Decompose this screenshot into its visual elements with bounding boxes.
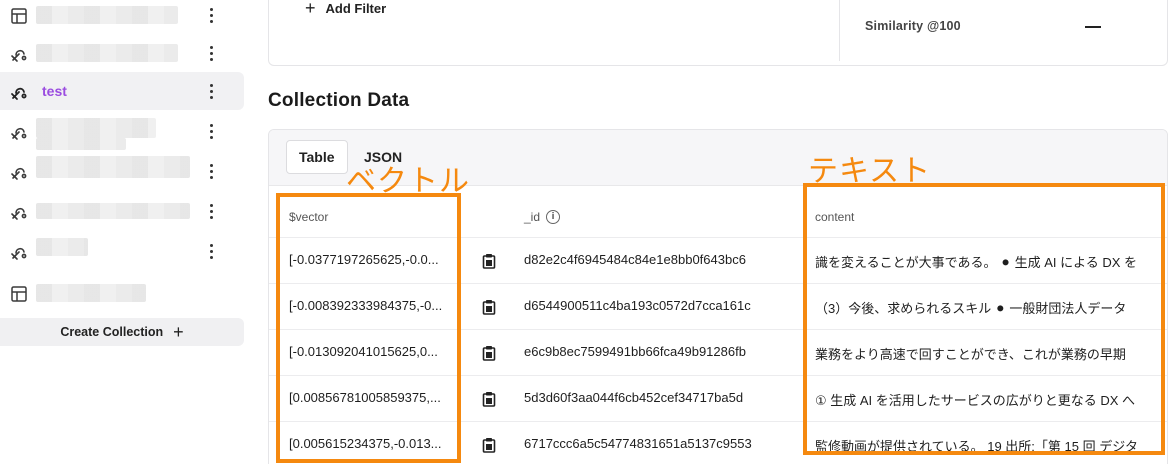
- sidebar-item-collection-6[interactable]: [0, 192, 244, 230]
- id-cell: d6544900511c4ba193c0572d7cca161c: [524, 298, 751, 313]
- page-title: Collection Data: [268, 90, 410, 111]
- more-options-icon[interactable]: [206, 81, 216, 101]
- annotation-vector-box: [276, 193, 461, 463]
- id-cell: d82e2c4f6945484c84e1e8bb0f643bc6: [524, 252, 746, 267]
- copy-clipboard-icon[interactable]: [482, 391, 496, 407]
- info-icon[interactable]: i: [546, 210, 561, 224]
- add-filter-button[interactable]: + Add Filter: [305, 0, 386, 17]
- plus-icon: +: [305, 0, 316, 18]
- more-options-icon[interactable]: [206, 43, 216, 63]
- table-icon: [10, 7, 28, 25]
- sidebar: test Create Collection +: [0, 0, 246, 464]
- redacted-label: [36, 138, 126, 150]
- more-options-icon[interactable]: [206, 121, 216, 141]
- vector-index-icon: [10, 123, 28, 141]
- id-cell: 6717ccc6a5c54774831651a5137c9553: [524, 436, 752, 451]
- more-options-icon[interactable]: [206, 161, 216, 181]
- create-collection-button[interactable]: Create Collection +: [0, 318, 244, 346]
- table-icon: [10, 285, 28, 303]
- more-options-icon[interactable]: [206, 201, 216, 221]
- redacted-label: [36, 44, 178, 62]
- similarity-value: [1085, 26, 1101, 28]
- sidebar-item-collection-2[interactable]: [0, 34, 244, 72]
- create-collection-label: Create Collection: [60, 325, 164, 339]
- similarity-label: Similarity @100: [865, 19, 961, 33]
- sidebar-item-collection-7[interactable]: [0, 232, 244, 270]
- redacted-label: [36, 203, 190, 219]
- redacted-label: [36, 156, 190, 178]
- copy-clipboard-icon[interactable]: [482, 345, 496, 361]
- vector-index-icon: [10, 203, 28, 221]
- sidebar-item-label: test: [42, 83, 67, 99]
- more-options-icon[interactable]: [206, 241, 216, 261]
- divider: [839, 0, 840, 61]
- redacted-label: [36, 118, 156, 138]
- redacted-label: [36, 6, 178, 24]
- more-options-icon[interactable]: [206, 5, 216, 25]
- plus-icon: +: [173, 322, 184, 342]
- vector-index-icon: [10, 83, 28, 101]
- column-header-id[interactable]: _id i: [524, 210, 561, 224]
- sidebar-item-collection-1[interactable]: [0, 0, 244, 34]
- add-filter-label: Add Filter: [325, 0, 387, 16]
- redacted-label: [36, 238, 88, 256]
- copy-clipboard-icon[interactable]: [482, 253, 496, 269]
- copy-clipboard-icon[interactable]: [482, 299, 496, 315]
- sidebar-item-collection-8[interactable]: [0, 272, 244, 310]
- filter-panel: + Add Filter Similarity @100: [268, 0, 1168, 66]
- tab-table[interactable]: Table: [286, 140, 348, 174]
- vector-index-icon: [10, 243, 28, 261]
- sidebar-item-collection-5[interactable]: [0, 152, 244, 190]
- id-cell: 5d3d60f3aa044f6cb452cef34717ba5d: [524, 390, 744, 405]
- redacted-label: [36, 284, 146, 302]
- id-cell: e6c9b8ec7599491bb66fca49b91286fb: [524, 344, 746, 359]
- annotation-text-box: [803, 183, 1165, 455]
- vector-index-icon: [10, 163, 28, 181]
- sidebar-item-test[interactable]: test: [0, 72, 244, 110]
- sidebar-item-collection-4[interactable]: [0, 112, 244, 150]
- vector-index-icon: [10, 45, 28, 63]
- copy-clipboard-icon[interactable]: [482, 437, 496, 453]
